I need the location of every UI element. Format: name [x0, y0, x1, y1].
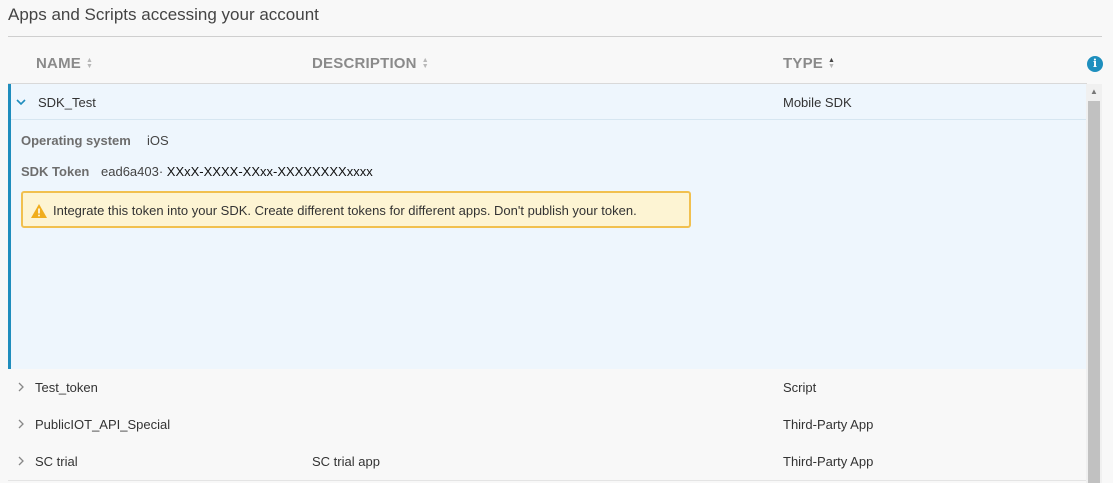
sort-icon: ▲ ▼ — [85, 56, 94, 70]
column-header-type[interactable]: TYPE ▲ ▼ — [783, 55, 835, 72]
table-row[interactable]: PublicIOT_API_Special Third-Party App — [8, 406, 1086, 444]
chevron-right-icon[interactable] — [15, 455, 27, 467]
operating-system-label: Operating system — [21, 133, 131, 148]
table-row[interactable]: Test_token Script — [8, 369, 1086, 407]
column-header-description[interactable]: DESCRIPTION ▲ ▼ — [312, 55, 429, 72]
sdk-token-prefix: ead6a403· — [101, 164, 164, 179]
title-divider — [8, 36, 1102, 37]
column-header-name-label: NAME — [36, 55, 81, 72]
warning-text: Integrate this token into your SDK. Crea… — [53, 203, 637, 218]
chevron-right-icon[interactable] — [15, 418, 27, 430]
info-icon[interactable]: i — [1087, 56, 1103, 72]
warning-banner: Integrate this token into your SDK. Crea… — [21, 191, 691, 228]
chevron-right-icon[interactable] — [15, 381, 27, 393]
table-row-header-expanded[interactable]: SDK_Test Mobile SDK — [11, 84, 1086, 120]
sdk-token-value[interactable]: ead6a403· XXxX-XXXX-XXxx-XXXXXXXXxxxx — [101, 164, 373, 179]
table-row[interactable]: SC trial SC trial app Third-Party App — [8, 443, 1086, 481]
column-header-type-label: TYPE — [783, 55, 823, 72]
row-type: Script — [783, 380, 817, 395]
page-title: Apps and Scripts accessing your account — [8, 5, 319, 24]
row-type: Third-Party App — [783, 454, 874, 469]
row-name: SC trial — [35, 454, 78, 469]
sdk-token-label: SDK Token — [21, 164, 90, 179]
chevron-down-icon[interactable] — [15, 96, 27, 108]
row-name: Test_token — [35, 380, 98, 395]
sdk-token-masked: XXxX-XXXX-XXxx-XXXXXXXXxxxx — [166, 164, 373, 179]
scrollbar-thumb[interactable] — [1088, 101, 1100, 483]
row-type: Third-Party App — [783, 417, 874, 432]
apps-table: SDK_Test Mobile SDK Operating system iOS… — [8, 84, 1086, 483]
column-header-description-label: DESCRIPTION — [312, 55, 417, 72]
vertical-scrollbar[interactable]: ▲ — [1086, 84, 1102, 483]
row-description: SC trial app — [312, 454, 380, 469]
sort-ascending-icon: ▲ ▼ — [827, 56, 836, 70]
row-type: Mobile SDK — [783, 95, 852, 110]
sort-icon: ▲ ▼ — [421, 56, 429, 70]
warning-icon — [31, 204, 47, 218]
scroll-up-arrow-icon[interactable]: ▲ — [1086, 84, 1102, 100]
table-header: NAME ▲ ▼ DESCRIPTION ▲ ▼ TYPE ▲ ▼ i — [8, 46, 1103, 83]
column-header-name[interactable]: NAME ▲ ▼ — [36, 55, 93, 72]
row-name: PublicIOT_API_Special — [35, 417, 171, 432]
row-name: SDK_Test — [38, 95, 96, 110]
operating-system-value: iOS — [147, 133, 169, 148]
expanded-row: SDK_Test Mobile SDK Operating system iOS… — [8, 84, 1086, 369]
